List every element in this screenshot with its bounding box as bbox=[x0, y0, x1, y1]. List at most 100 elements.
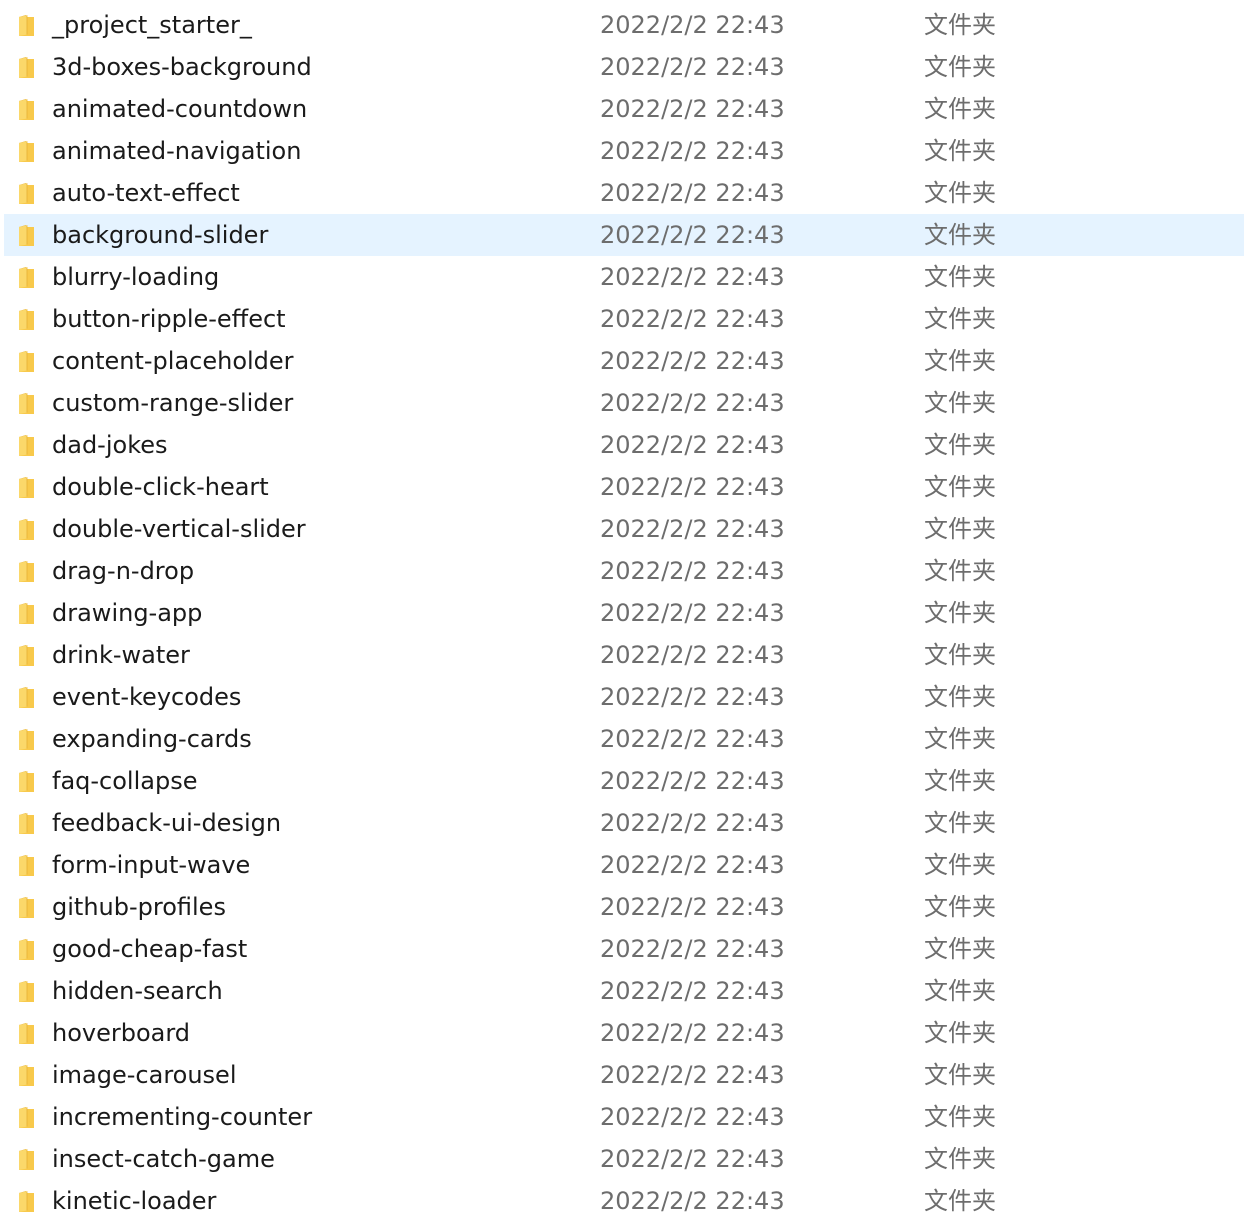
folder-icon bbox=[17, 812, 36, 834]
file-type: 文件夹 bbox=[924, 389, 996, 417]
file-row[interactable]: github-profiles 2022/2/2 22:43 文件夹 bbox=[0, 886, 1244, 928]
file-row[interactable]: kinetic-loader 2022/2/2 22:43 文件夹 bbox=[0, 1180, 1244, 1222]
folder-icon bbox=[17, 98, 36, 120]
file-type: 文件夹 bbox=[924, 53, 996, 81]
file-row[interactable]: double-vertical-slider 2022/2/2 22:43 文件… bbox=[0, 508, 1244, 550]
file-row[interactable]: button-ripple-effect 2022/2/2 22:43 文件夹 bbox=[0, 298, 1244, 340]
file-name: hoverboard bbox=[52, 1019, 191, 1047]
modified-date: 2022/2/2 22:43 bbox=[600, 53, 785, 81]
file-row[interactable]: hoverboard 2022/2/2 22:43 文件夹 bbox=[0, 1012, 1244, 1054]
folder-icon bbox=[17, 896, 36, 918]
file-row[interactable]: background-slider 2022/2/2 22:43 文件夹 bbox=[0, 214, 1244, 256]
file-row[interactable]: event-keycodes 2022/2/2 22:43 文件夹 bbox=[0, 676, 1244, 718]
folder-icon bbox=[17, 686, 36, 708]
file-row[interactable]: content-placeholder 2022/2/2 22:43 文件夹 bbox=[0, 340, 1244, 382]
file-name: drag-n-drop bbox=[52, 557, 195, 585]
modified-date: 2022/2/2 22:43 bbox=[600, 977, 785, 1005]
file-name: drink-water bbox=[52, 641, 190, 669]
folder-icon bbox=[17, 1190, 36, 1212]
file-row[interactable]: insect-catch-game 2022/2/2 22:43 文件夹 bbox=[0, 1138, 1244, 1180]
file-row[interactable]: hidden-search 2022/2/2 22:43 文件夹 bbox=[0, 970, 1244, 1012]
file-name: animated-navigation bbox=[52, 137, 302, 165]
folder-icon bbox=[17, 1148, 36, 1170]
file-type: 文件夹 bbox=[924, 599, 996, 627]
file-row[interactable]: blurry-loading 2022/2/2 22:43 文件夹 bbox=[0, 256, 1244, 298]
folder-icon bbox=[17, 392, 36, 414]
modified-date: 2022/2/2 22:43 bbox=[600, 641, 785, 669]
file-name: feedback-ui-design bbox=[52, 809, 282, 837]
file-name: image-carousel bbox=[52, 1061, 237, 1089]
file-row[interactable]: 3d-boxes-background 2022/2/2 22:43 文件夹 bbox=[0, 46, 1244, 88]
file-type: 文件夹 bbox=[924, 725, 996, 753]
file-name: insect-catch-game bbox=[52, 1145, 275, 1173]
file-row[interactable]: drawing-app 2022/2/2 22:43 文件夹 bbox=[0, 592, 1244, 634]
file-row[interactable]: auto-text-effect 2022/2/2 22:43 文件夹 bbox=[0, 172, 1244, 214]
folder-icon bbox=[17, 434, 36, 456]
file-row[interactable]: good-cheap-fast 2022/2/2 22:43 文件夹 bbox=[0, 928, 1244, 970]
file-type: 文件夹 bbox=[924, 893, 996, 921]
file-name: event-keycodes bbox=[52, 683, 242, 711]
modified-date: 2022/2/2 22:43 bbox=[600, 893, 785, 921]
folder-icon bbox=[17, 560, 36, 582]
file-row[interactable]: animated-countdown 2022/2/2 22:43 文件夹 bbox=[0, 88, 1244, 130]
folder-icon bbox=[17, 938, 36, 960]
file-row[interactable]: incrementing-counter 2022/2/2 22:43 文件夹 bbox=[0, 1096, 1244, 1138]
file-name: kinetic-loader bbox=[52, 1187, 217, 1215]
modified-date: 2022/2/2 22:43 bbox=[600, 599, 785, 627]
folder-icon bbox=[17, 182, 36, 204]
folder-icon bbox=[17, 770, 36, 792]
folder-icon bbox=[17, 350, 36, 372]
file-row[interactable]: dad-jokes 2022/2/2 22:43 文件夹 bbox=[0, 424, 1244, 466]
folder-icon bbox=[17, 56, 36, 78]
file-type: 文件夹 bbox=[924, 1061, 996, 1089]
file-row[interactable]: animated-navigation 2022/2/2 22:43 文件夹 bbox=[0, 130, 1244, 172]
folder-icon bbox=[17, 224, 36, 246]
modified-date: 2022/2/2 22:43 bbox=[600, 515, 785, 543]
file-name: blurry-loading bbox=[52, 263, 220, 291]
folder-icon bbox=[17, 854, 36, 876]
file-name: auto-text-effect bbox=[52, 179, 240, 207]
file-name: hidden-search bbox=[52, 977, 223, 1005]
file-type: 文件夹 bbox=[924, 935, 996, 963]
modified-date: 2022/2/2 22:43 bbox=[600, 557, 785, 585]
file-type: 文件夹 bbox=[924, 263, 996, 291]
file-row[interactable]: faq-collapse 2022/2/2 22:43 文件夹 bbox=[0, 760, 1244, 802]
file-type: 文件夹 bbox=[924, 1103, 996, 1131]
file-row[interactable]: expanding-cards 2022/2/2 22:43 文件夹 bbox=[0, 718, 1244, 760]
file-type: 文件夹 bbox=[924, 515, 996, 543]
file-row[interactable]: form-input-wave 2022/2/2 22:43 文件夹 bbox=[0, 844, 1244, 886]
file-type: 文件夹 bbox=[924, 473, 996, 501]
file-type: 文件夹 bbox=[924, 221, 996, 249]
file-name: github-profiles bbox=[52, 893, 226, 921]
folder-icon bbox=[17, 518, 36, 540]
file-type: 文件夹 bbox=[924, 1145, 996, 1173]
modified-date: 2022/2/2 22:43 bbox=[600, 11, 785, 39]
modified-date: 2022/2/2 22:43 bbox=[600, 767, 785, 795]
file-name: content-placeholder bbox=[52, 347, 294, 375]
file-type: 文件夹 bbox=[924, 641, 996, 669]
folder-icon bbox=[17, 476, 36, 498]
folder-icon bbox=[17, 1106, 36, 1128]
modified-date: 2022/2/2 22:43 bbox=[600, 347, 785, 375]
file-type: 文件夹 bbox=[924, 1187, 996, 1215]
file-name: double-vertical-slider bbox=[52, 515, 306, 543]
file-name: faq-collapse bbox=[52, 767, 198, 795]
file-row[interactable]: _project_starter_ 2022/2/2 22:43 文件夹 bbox=[0, 4, 1244, 46]
folder-icon bbox=[17, 728, 36, 750]
file-name: good-cheap-fast bbox=[52, 935, 248, 963]
modified-date: 2022/2/2 22:43 bbox=[600, 221, 785, 249]
file-row[interactable]: drink-water 2022/2/2 22:43 文件夹 bbox=[0, 634, 1244, 676]
file-row[interactable]: feedback-ui-design 2022/2/2 22:43 文件夹 bbox=[0, 802, 1244, 844]
modified-date: 2022/2/2 22:43 bbox=[600, 137, 785, 165]
file-row[interactable]: custom-range-slider 2022/2/2 22:43 文件夹 bbox=[0, 382, 1244, 424]
file-type: 文件夹 bbox=[924, 767, 996, 795]
modified-date: 2022/2/2 22:43 bbox=[600, 95, 785, 123]
file-type: 文件夹 bbox=[924, 11, 996, 39]
file-name: dad-jokes bbox=[52, 431, 168, 459]
modified-date: 2022/2/2 22:43 bbox=[600, 1103, 785, 1131]
folder-icon bbox=[17, 14, 36, 36]
file-row[interactable]: image-carousel 2022/2/2 22:43 文件夹 bbox=[0, 1054, 1244, 1096]
file-row[interactable]: drag-n-drop 2022/2/2 22:43 文件夹 bbox=[0, 550, 1244, 592]
modified-date: 2022/2/2 22:43 bbox=[600, 935, 785, 963]
file-row[interactable]: double-click-heart 2022/2/2 22:43 文件夹 bbox=[0, 466, 1244, 508]
